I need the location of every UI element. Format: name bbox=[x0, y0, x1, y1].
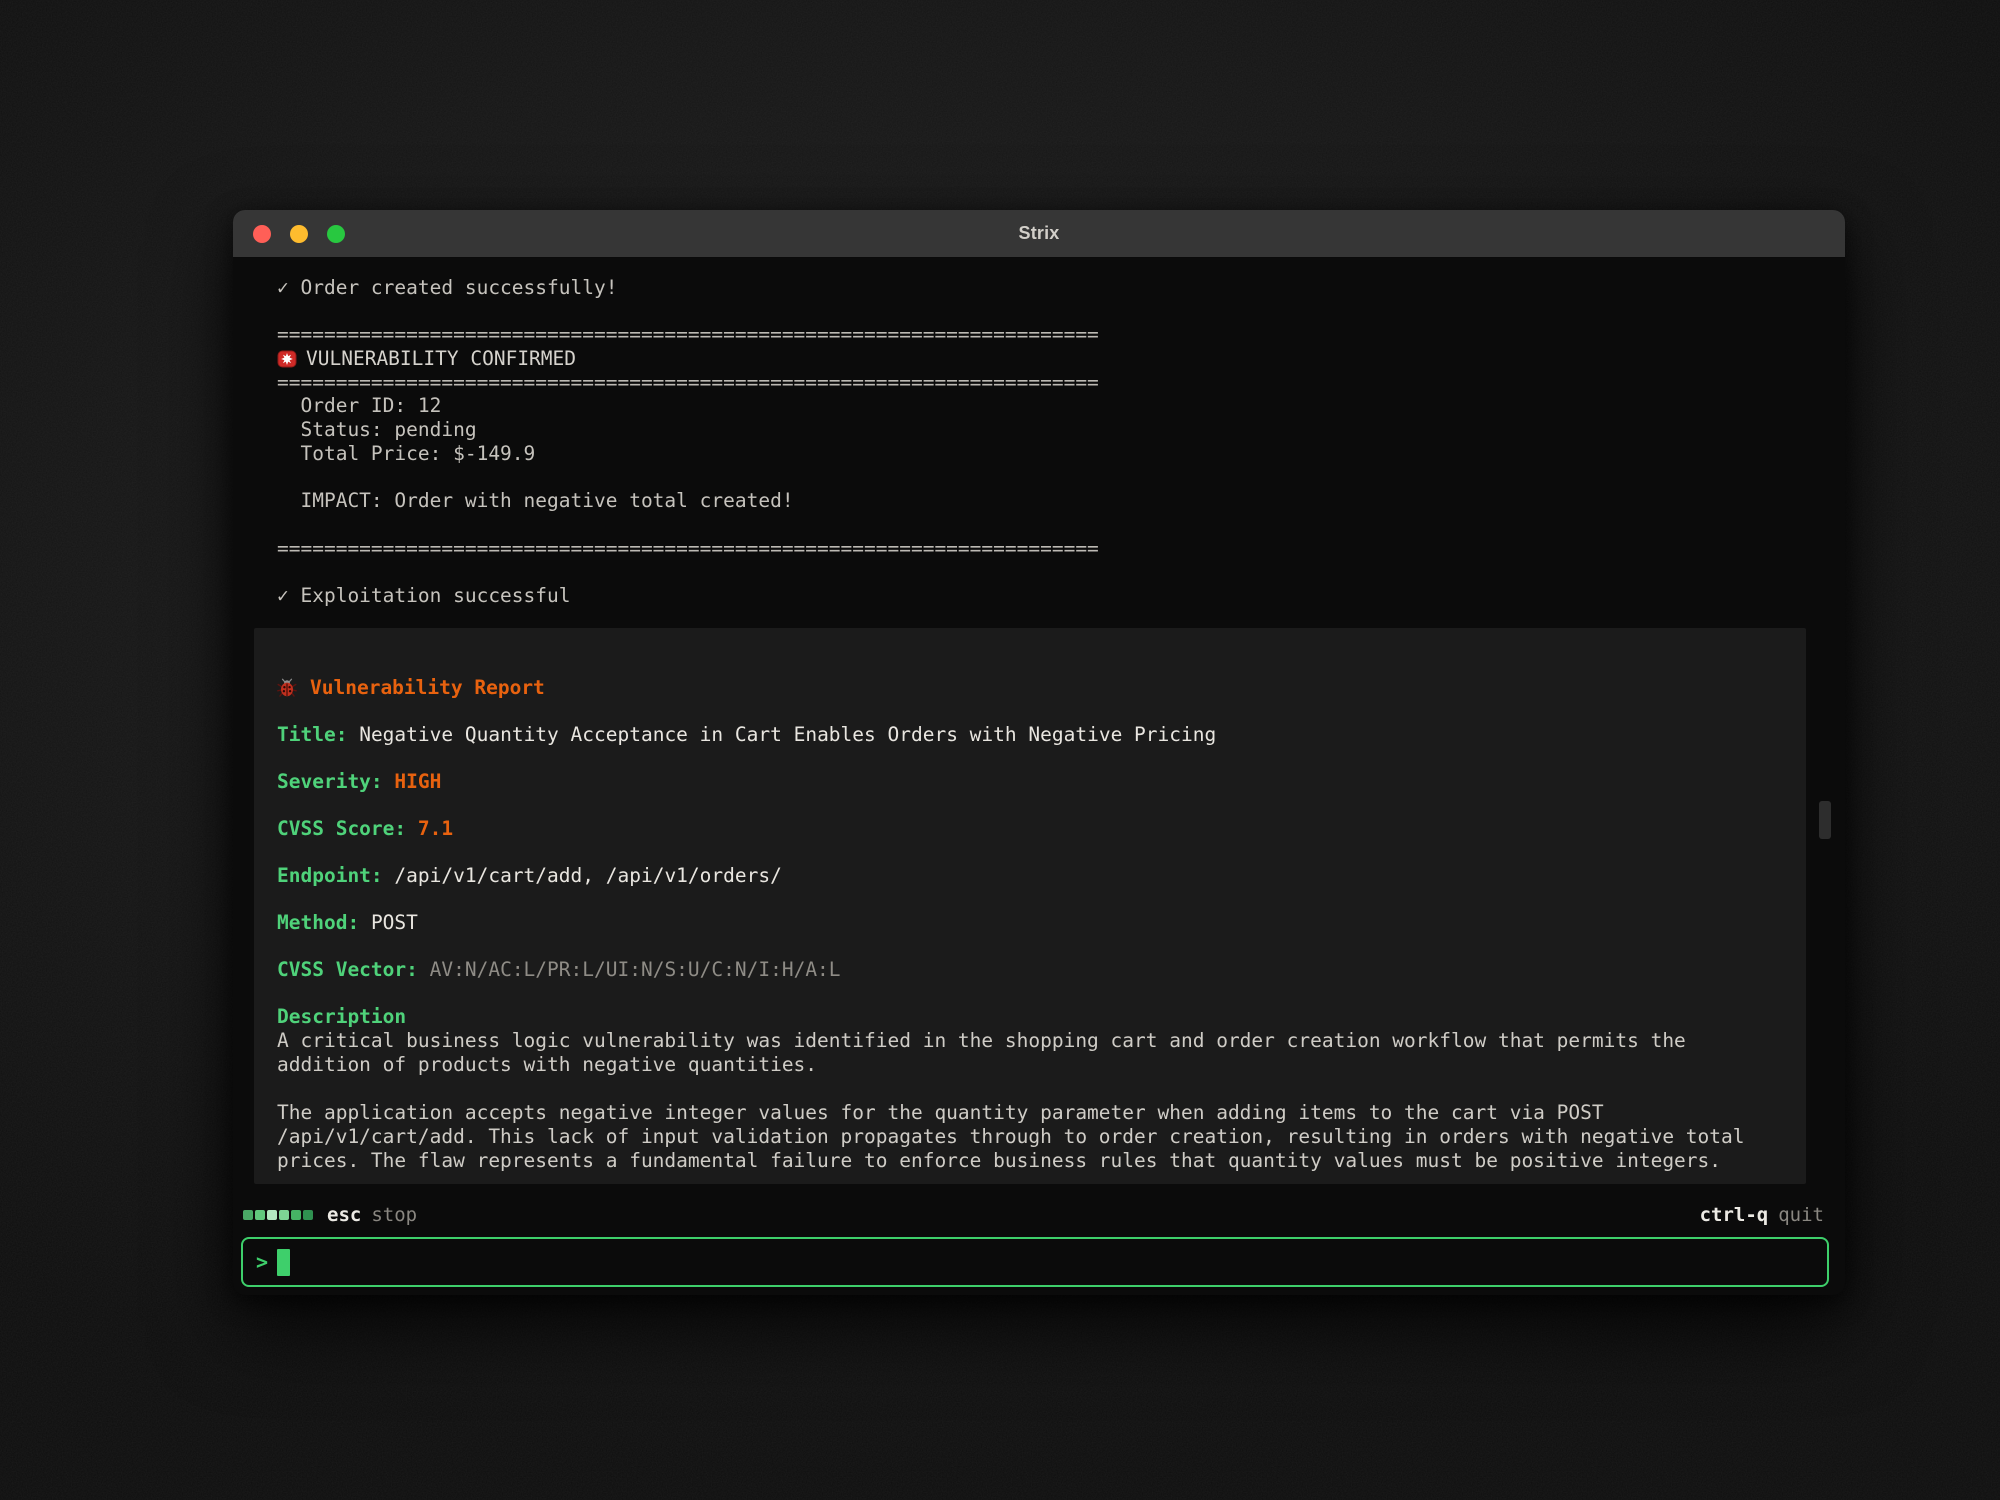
log-detail-status: Status: pending bbox=[233, 418, 1845, 442]
log-blank-line bbox=[233, 513, 1845, 537]
quit-key-hint: ctrl-q bbox=[1700, 1204, 1769, 1226]
field-value: POST bbox=[371, 911, 418, 934]
log-detail-order-id: Order ID: 12 bbox=[233, 394, 1845, 418]
log-banner-title: VULNERABILITY CONFIRMED bbox=[306, 347, 576, 371]
minimize-button[interactable] bbox=[290, 225, 308, 243]
report-field-method: Method: POST bbox=[277, 911, 1788, 935]
description-line: The application accepts negative integer… bbox=[277, 1101, 1788, 1125]
spinner-dot bbox=[255, 1210, 265, 1220]
report-panel: Vulnerability Report Title: Negative Qua… bbox=[254, 628, 1806, 1184]
description-blank-line bbox=[277, 1077, 1788, 1101]
field-label: Severity: bbox=[277, 770, 383, 793]
field-value: Negative Quantity Acceptance in Cart Ena… bbox=[359, 723, 1216, 746]
terminal-log[interactable]: ✓ Order created successfully! ==========… bbox=[233, 258, 1845, 1193]
field-value: /api/v1/cart/add, /api/v1/orders/ bbox=[394, 864, 781, 887]
log-blank-line bbox=[233, 466, 1845, 490]
text-cursor bbox=[277, 1249, 290, 1276]
siren-icon bbox=[277, 349, 297, 369]
log-banner: VULNERABILITY CONFIRMED bbox=[233, 347, 1845, 371]
description-line: addition of products with negative quant… bbox=[277, 1053, 1788, 1077]
status-left: esc stop bbox=[243, 1204, 417, 1226]
description-line: A critical business logic vulnerability … bbox=[277, 1029, 1788, 1053]
field-label: Method: bbox=[277, 911, 359, 934]
field-value: HIGH bbox=[394, 770, 441, 793]
quit-action-label: quit bbox=[1778, 1204, 1824, 1226]
traffic-lights bbox=[253, 210, 345, 258]
spinner-dot bbox=[303, 1210, 313, 1220]
field-value: AV:N/AC:L/PR:L/UI:N/S:U/C:N/I:H/A:L bbox=[430, 958, 841, 981]
report-heading: Vulnerability Report bbox=[310, 676, 545, 700]
command-input[interactable]: > bbox=[241, 1237, 1829, 1287]
scrollbar-thumb[interactable] bbox=[1819, 801, 1831, 839]
report-field-severity: Severity: HIGH bbox=[277, 770, 1788, 794]
log-impact: IMPACT: Order with negative total create… bbox=[233, 489, 1845, 513]
report-field-endpoint: Endpoint: /api/v1/cart/add, /api/v1/orde… bbox=[277, 864, 1788, 888]
description-line: /api/v1/cart/add. This lack of input val… bbox=[277, 1125, 1788, 1149]
esc-key-hint: esc bbox=[327, 1204, 361, 1226]
log-success-exploit: ✓ Exploitation successful bbox=[233, 584, 1845, 608]
status-bar: esc stop ctrl-q quit bbox=[233, 1193, 1845, 1237]
field-label: CVSS Vector: bbox=[277, 958, 418, 981]
window-title: Strix bbox=[1018, 223, 1059, 244]
spinner-dot bbox=[243, 1210, 253, 1220]
app-window: Strix ✓ Order created successfully! ====… bbox=[233, 210, 1845, 1295]
field-value: 7.1 bbox=[418, 817, 453, 840]
field-label: CVSS Score: bbox=[277, 817, 406, 840]
description-heading: Description bbox=[277, 1005, 1788, 1029]
spinner-dot bbox=[267, 1210, 277, 1220]
spinner-dots bbox=[243, 1210, 313, 1220]
zoom-button[interactable] bbox=[327, 225, 345, 243]
close-button[interactable] bbox=[253, 225, 271, 243]
title-bar[interactable]: Strix bbox=[233, 210, 1845, 258]
field-label: Endpoint: bbox=[277, 864, 383, 887]
report-field-cvss-score: CVSS Score: 7.1 bbox=[277, 817, 1788, 841]
esc-action-label: stop bbox=[371, 1204, 417, 1226]
log-blank-line bbox=[233, 560, 1845, 584]
bug-icon bbox=[277, 678, 297, 698]
report-field-cvss-vector: CVSS Vector: AV:N/AC:L/PR:L/UI:N/S:U/C:N… bbox=[277, 958, 1788, 982]
report-heading-row: Vulnerability Report bbox=[277, 676, 1788, 700]
log-blank-line bbox=[233, 300, 1845, 324]
desktop-background: { "window": { "title": "Strix" }, "color… bbox=[0, 0, 2000, 1500]
report-field-title: Title: Negative Quantity Acceptance in C… bbox=[277, 723, 1788, 747]
log-success-order: ✓ Order created successfully! bbox=[233, 276, 1845, 300]
prompt-symbol: > bbox=[256, 1250, 268, 1274]
field-label: Title: bbox=[277, 723, 347, 746]
log-divider: ========================================… bbox=[233, 323, 1845, 347]
log-divider: ========================================… bbox=[233, 371, 1845, 395]
status-right: ctrl-q quit bbox=[1700, 1204, 1824, 1226]
spinner-dot bbox=[279, 1210, 289, 1220]
log-divider: ========================================… bbox=[233, 537, 1845, 561]
spinner-dot bbox=[291, 1210, 301, 1220]
description-line: prices. The flaw represents a fundamenta… bbox=[277, 1149, 1788, 1173]
log-detail-total-price: Total Price: $-149.9 bbox=[233, 442, 1845, 466]
